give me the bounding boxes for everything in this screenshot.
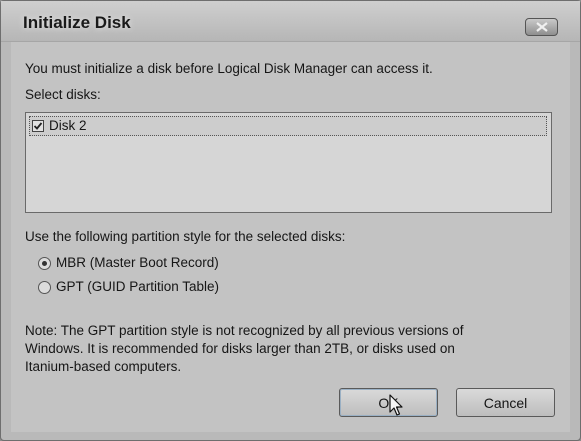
cancel-button[interactable]: Cancel	[456, 388, 555, 417]
dialog-title: Initialize Disk	[23, 13, 131, 32]
mouse-pointer-icon	[389, 394, 403, 416]
mbr-label[interactable]: MBR (Master Boot Record)	[56, 255, 219, 270]
disk-list[interactable]: Disk 2	[25, 112, 552, 213]
note-line-1: Note: The GPT partition style is not rec…	[25, 323, 464, 338]
checkmark-icon	[33, 122, 43, 130]
disk-2-label: Disk 2	[49, 118, 87, 133]
note-line-3: Itanium-based computers.	[25, 359, 182, 374]
initialize-disk-dialog: Initialize Disk You must initialize a di…	[0, 0, 581, 441]
disk-2-checkbox[interactable]	[32, 120, 44, 132]
gpt-radio[interactable]	[38, 281, 51, 294]
note-line-2: Windows. It is recommended for disks lar…	[25, 341, 455, 356]
title-bar[interactable]: Initialize Disk	[1, 1, 580, 42]
intro-text: You must initialize a disk before Logica…	[25, 61, 433, 76]
list-item-disk-2[interactable]: Disk 2	[29, 116, 547, 136]
partition-style-label: Use the following partition style for th…	[25, 229, 346, 244]
close-button[interactable]	[525, 18, 558, 36]
close-icon	[536, 22, 548, 32]
select-disks-label: Select disks:	[25, 87, 101, 102]
mbr-radio[interactable]	[38, 257, 51, 270]
gpt-label[interactable]: GPT (GUID Partition Table)	[56, 279, 219, 294]
